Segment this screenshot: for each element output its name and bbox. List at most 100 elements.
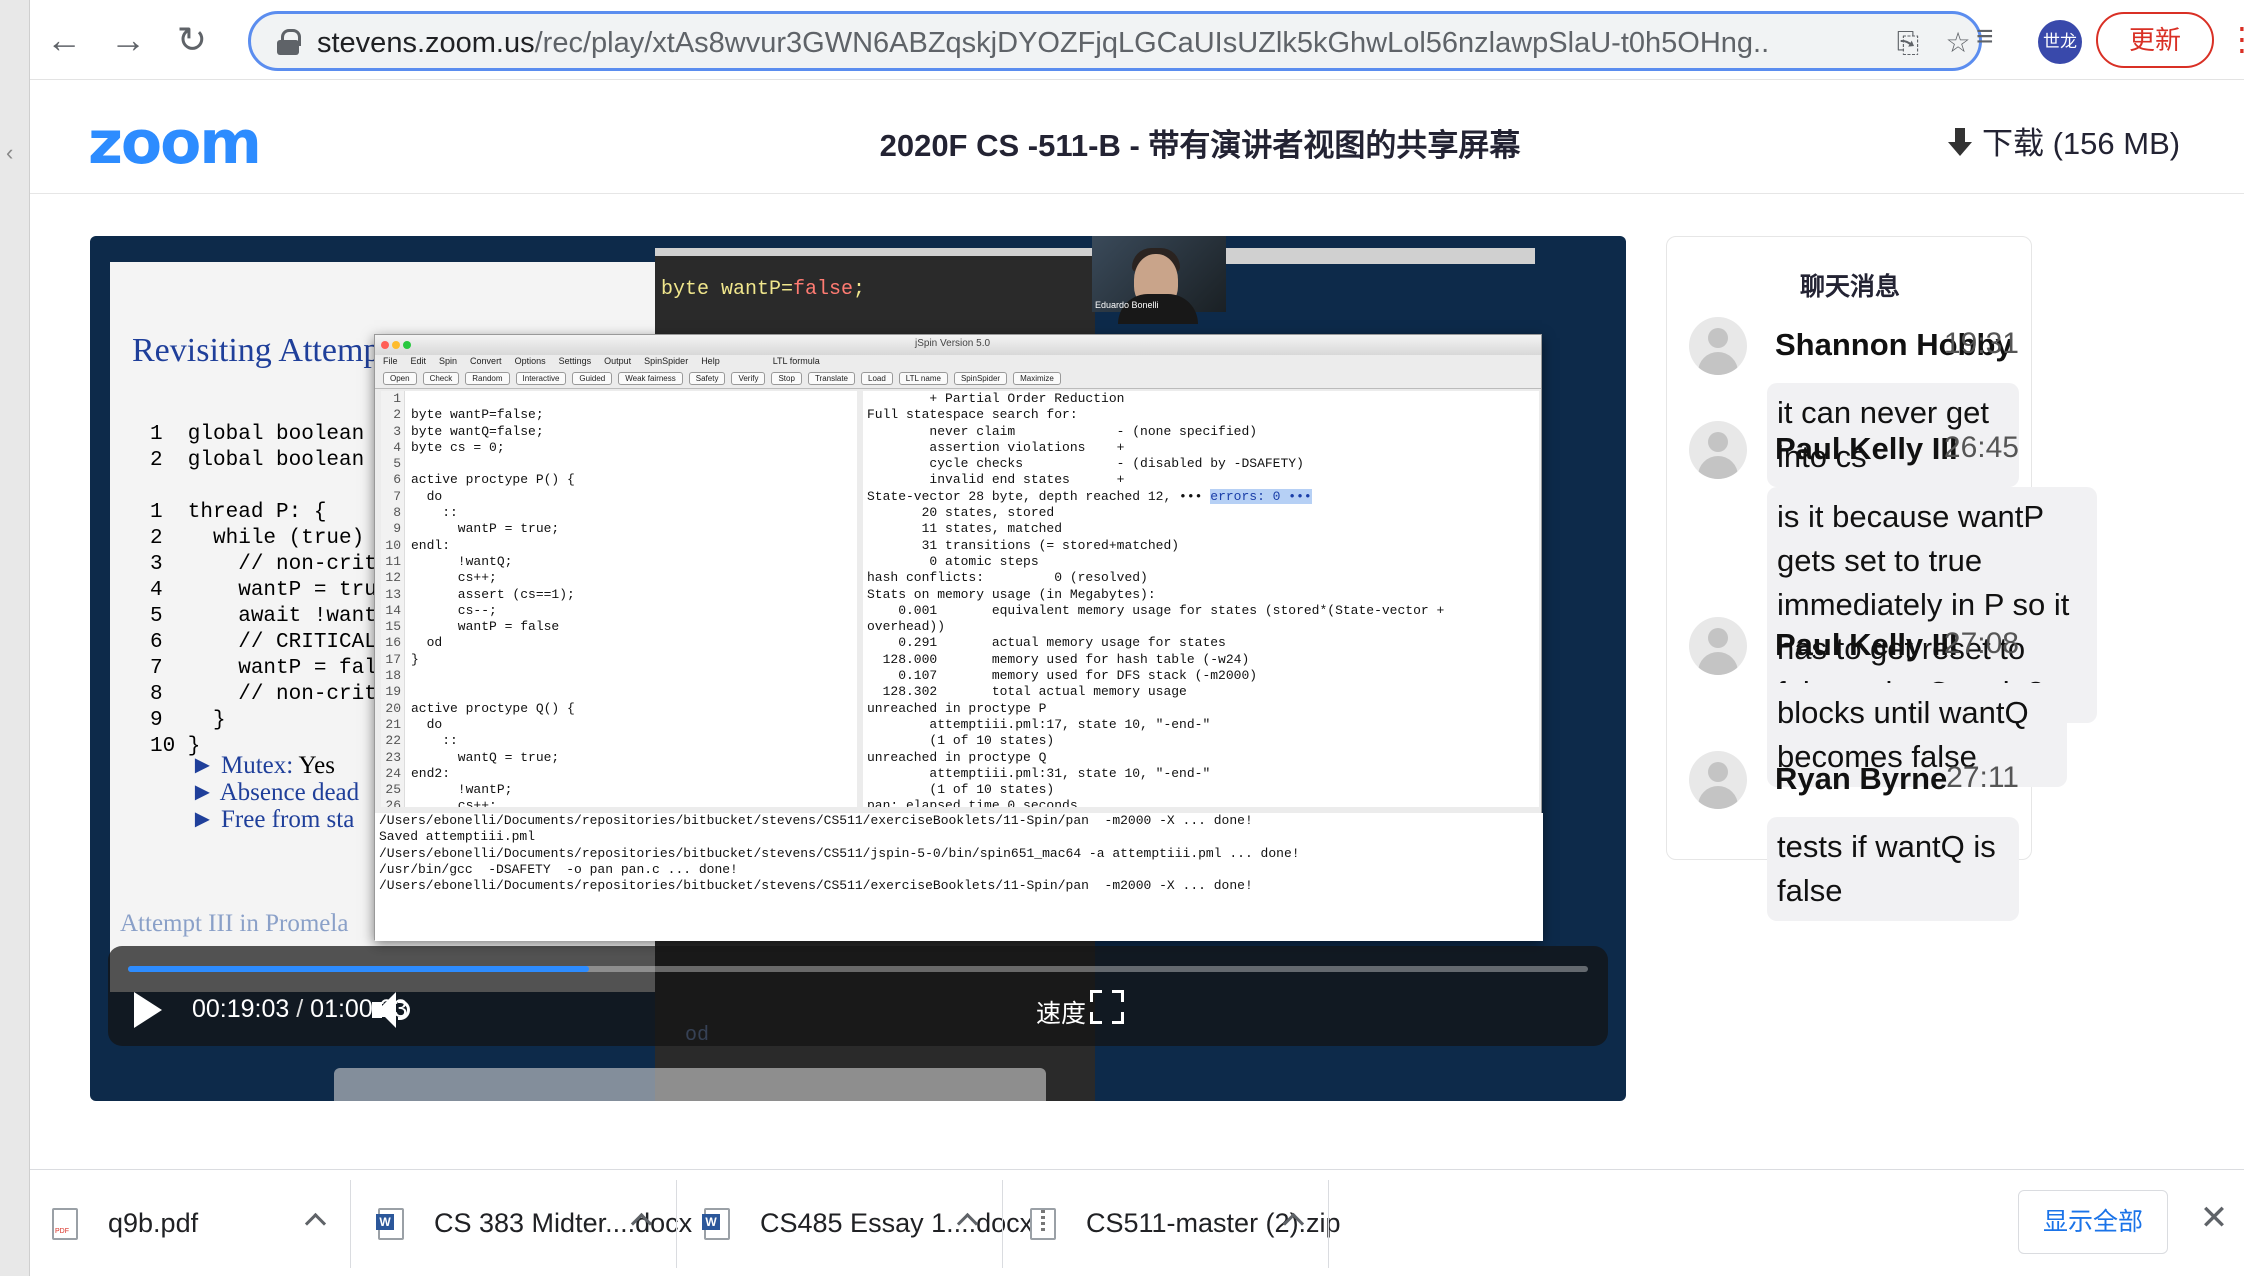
log-line: /Users/ebonelli/Documents/repositories/b… <box>379 878 1253 894</box>
zoom-header: zoom 2020F CS -511-B - 带有演讲者视图的共享屏幕 下载 (… <box>30 80 2244 194</box>
jspin-window: jSpin Version 5.0 File Edit Spin Convert Opt… <box>374 334 1543 941</box>
output-pane[interactable]: + Partial Order Reduction Full statespace… <box>863 391 1539 807</box>
source-code[interactable]: byte wantP=false; byte wantQ=false; byte c… <box>411 391 575 807</box>
output-line: assertion violations + <box>867 439 1125 455</box>
line-number: 10 <box>385 537 401 553</box>
source-line: wantP = false <box>411 619 560 635</box>
back-icon[interactable]: ← <box>38 14 90 66</box>
line-number: 25 <box>385 782 401 798</box>
reload-icon[interactable]: ↻ <box>166 14 218 66</box>
jspin-menu-item[interactable]: Help <box>701 356 720 366</box>
jspin-toolbar-button[interactable]: Random <box>465 372 510 385</box>
slide-bullet: ► Absence dead <box>190 779 360 806</box>
progress-bar[interactable] <box>128 966 1588 972</box>
errors-highlight: errors: 0 ••• <box>1210 488 1312 504</box>
jspin-toolbar-button[interactable]: LTL name <box>898 372 948 385</box>
output-line: (1 of 10 states) <box>867 782 1055 798</box>
jspin-toolbar-button[interactable]: Check <box>422 372 460 385</box>
forward-icon[interactable]: → <box>102 14 154 66</box>
zoom-logo[interactable]: zoom <box>88 108 262 178</box>
line-gutter: 1 2 3 4 5 6 7 8 9 10 11 12 13 14 15 16 17 18 19 20 21 22 23 24 2… <box>381 391 405 807</box>
close-icon[interactable]: ✕ <box>2196 1200 2232 1236</box>
source-line: do <box>411 488 443 504</box>
jspin-toolbar-button[interactable]: Stop <box>771 372 802 385</box>
jspin-toolbar-button[interactable]: SpinSpider <box>953 372 1008 385</box>
log-pane[interactable]: /Users/ebonelli/Documents/repositories/b… <box>375 813 1543 941</box>
chat-title: 聊天消息 <box>1799 273 1900 301</box>
jspin-menu-item[interactable]: File <box>383 356 398 366</box>
source-line: !wantQ; <box>411 553 513 569</box>
star-icon[interactable]: ☆ <box>1941 26 1975 60</box>
line-number: 23 <box>385 749 401 765</box>
jspin-toolbar-button[interactable]: Open <box>383 372 417 385</box>
source-pane[interactable]: 1 2 3 4 5 6 7 8 9 10 11 12 13 14 15 16 17 18 19 20 21 22 23 24 2… <box>381 391 857 807</box>
chevron-up-icon[interactable] <box>302 1206 330 1234</box>
download-item[interactable]: CS485 Essay 1....docx <box>702 1170 1033 1276</box>
output-line: 0.291 actual memory usage for states <box>867 635 1226 651</box>
download-filename: q9b.pdf <box>108 1208 199 1238</box>
jspin-toolbar-button[interactable]: Interactive <box>515 372 567 385</box>
output-line: Stats on memory usage (in Megabytes): <box>867 586 1156 602</box>
jspin-menu-item[interactable]: Spin <box>439 356 457 366</box>
download-item[interactable]: q9b.pdf <box>52 1170 342 1276</box>
screen: ‹ ← → ↻ stevens.zoom.us/rec/play/xtAs8wv… <box>0 0 2244 1276</box>
output-line: never claim - (none specified) <box>867 423 1258 439</box>
source-line: :: <box>411 505 458 521</box>
source-line: cs--; <box>411 602 497 618</box>
show-all-button[interactable]: 显示全部 <box>2018 1190 2168 1254</box>
jspin-menu-item[interactable]: Convert <box>470 356 502 366</box>
jspin-menu-item[interactable]: Edit <box>411 356 427 366</box>
slide-code-line: 1 global boolean <box>150 423 365 446</box>
download-button[interactable]: 下载 (156 MB) <box>1948 118 2180 163</box>
fullscreen-icon[interactable] <box>1090 990 1124 1024</box>
chevron-up-icon[interactable] <box>1280 1206 1308 1234</box>
collapse-arrow-icon[interactable]: ‹ <box>6 140 26 174</box>
source-line: active proctype Q() { <box>411 700 575 716</box>
source-line: cs++; <box>411 570 497 586</box>
media-icon[interactable]: ≡ <box>1976 20 1994 54</box>
speed-button[interactable]: 速度 <box>1036 994 1086 1030</box>
log-line: Saved attemptiii.pml <box>379 829 536 845</box>
update-button[interactable]: 更新 <box>2096 12 2214 68</box>
jspin-toolbar-button[interactable]: Safety <box>688 372 726 385</box>
profile-avatar[interactable]: 世龙 <box>2038 20 2082 64</box>
terminal-keyword: false <box>793 278 854 301</box>
line-number: 22 <box>385 733 401 749</box>
avatar <box>1689 421 1747 479</box>
close-dot-icon[interactable] <box>381 341 389 349</box>
jspin-menu-item[interactable]: Settings <box>559 356 592 366</box>
jspin-menu-item[interactable]: Options <box>515 356 546 366</box>
word-file-icon <box>702 1208 730 1240</box>
line-number: 2 <box>393 407 401 423</box>
jspin-toolbar-button[interactable]: Load <box>861 372 893 385</box>
address-bar[interactable]: stevens.zoom.us/rec/play/xtAs8wvur3GWN6A… <box>248 11 1982 71</box>
lock-icon[interactable] <box>277 29 301 55</box>
download-item[interactable]: CS511-master (2).zip <box>1030 1170 1341 1276</box>
output-line: 0.107 memory used for DFS stack (-m2000) <box>867 668 1258 684</box>
chevron-up-icon[interactable] <box>954 1206 982 1234</box>
jspin-toolbar-button[interactable]: Translate <box>807 372 855 385</box>
player-controls: 00:19:03 / 01:00:23 速度 <box>108 946 1608 1046</box>
kebab-icon[interactable]: ⋮ <box>2226 16 2244 64</box>
jspin-menu-item[interactable]: SpinSpider <box>644 356 688 366</box>
jspin-toolbar-button[interactable]: Maximize <box>1013 372 1061 385</box>
message-time: 26:45 <box>1943 431 2019 464</box>
line-number: 16 <box>385 635 401 651</box>
jspin-toolbar-button[interactable]: Verify <box>731 372 766 385</box>
url-text[interactable]: stevens.zoom.us/rec/play/xtAs8wvur3GWN6A… <box>317 27 1767 60</box>
video-player[interactable]: Revisiting Attemp 1 global boolean 2 glob… <box>90 236 1626 1101</box>
download-item[interactable]: CS 383 Midter....docx <box>376 1170 692 1276</box>
jspin-toolbar-button[interactable]: Weak fairness <box>618 372 683 385</box>
jspin-menu-item[interactable]: Output <box>604 356 631 366</box>
slide-code-line: 5 await !want <box>150 605 377 628</box>
chevron-up-icon[interactable] <box>628 1206 656 1234</box>
speaker-webcam: Eduardo Bonelli <box>1092 236 1226 324</box>
sender-name: Ryan Byrne <box>1775 761 1948 796</box>
volume-icon[interactable] <box>370 990 414 1030</box>
translate-icon[interactable]: ⎘ <box>1891 26 1925 60</box>
chat-panel: 聊天消息 Shannon Hobby 19:31 it can never ge… <box>1666 236 2097 921</box>
zoom-dot-icon[interactable] <box>403 341 411 349</box>
minimize-dot-icon[interactable] <box>392 341 400 349</box>
jspin-toolbar-button[interactable]: Guided <box>572 372 613 385</box>
play-icon[interactable] <box>130 990 164 1030</box>
